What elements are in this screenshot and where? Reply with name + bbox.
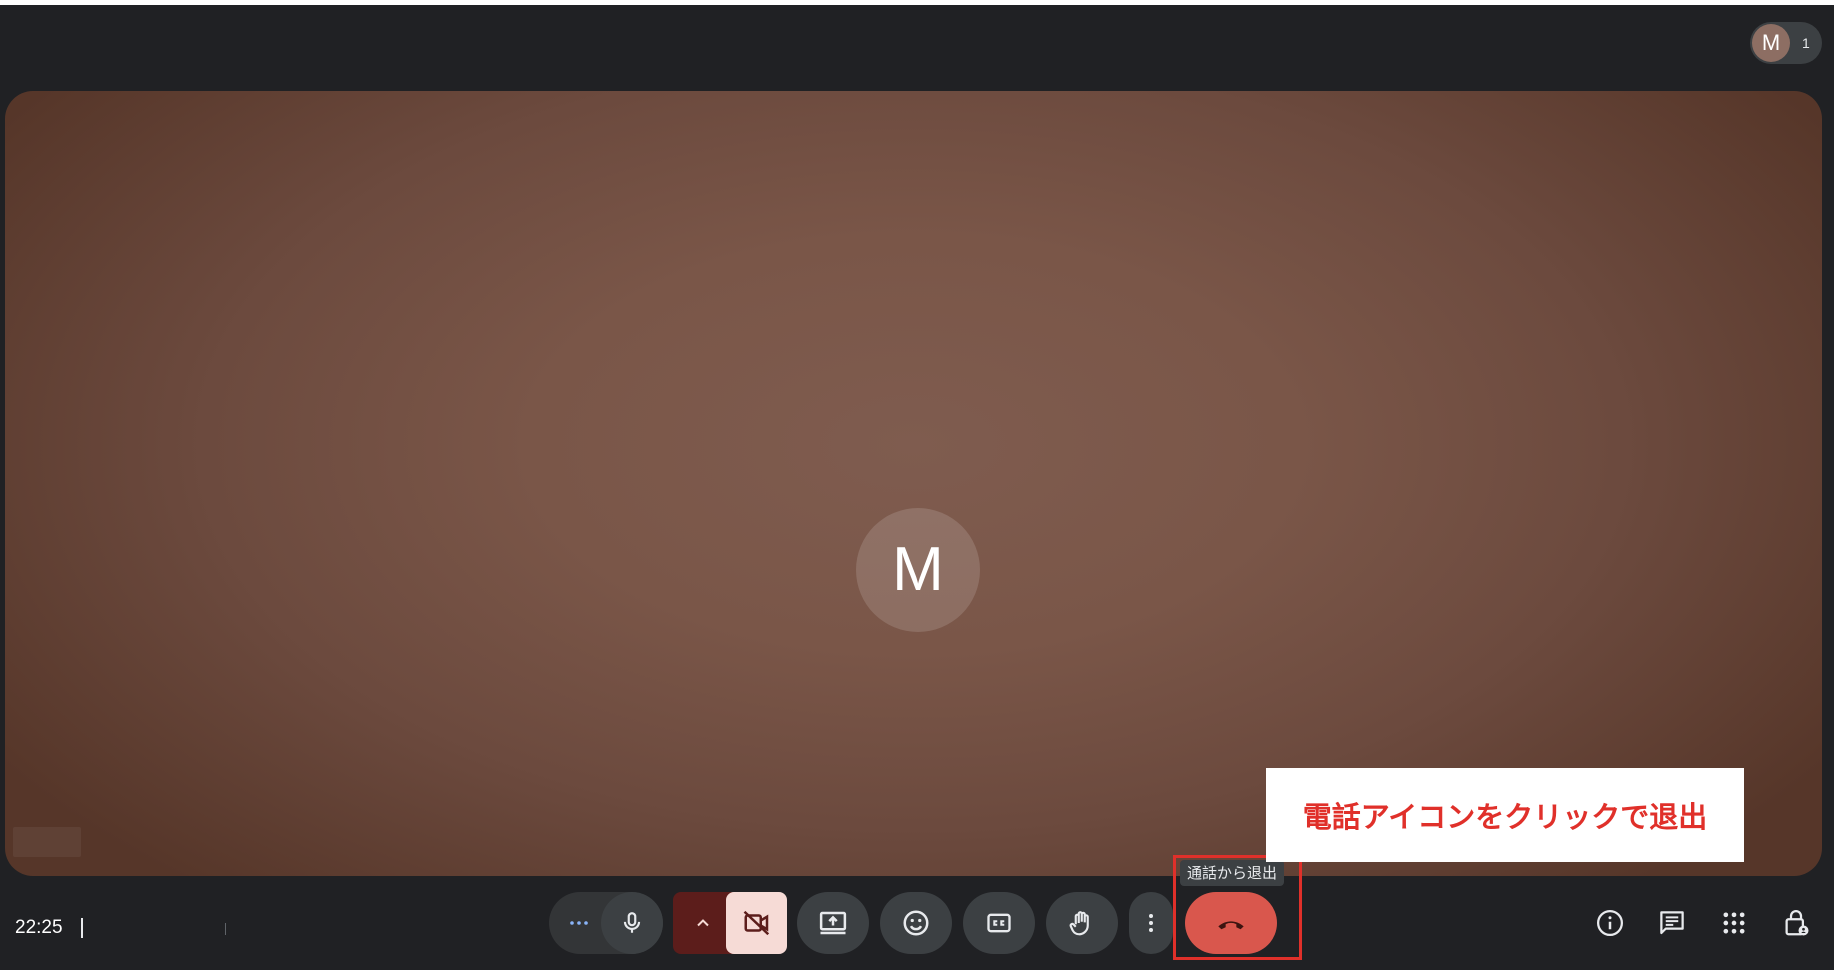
more-options-button[interactable] <box>1129 892 1173 954</box>
meeting-time: 22:25 <box>15 917 63 938</box>
hand-icon <box>1067 908 1097 938</box>
time-divider <box>81 918 83 938</box>
info-icon <box>1595 908 1625 938</box>
present-to-all-icon <box>818 908 848 938</box>
participant-count: 1 <box>1802 35 1810 51</box>
highlight-box <box>1173 855 1302 960</box>
captions-button[interactable] <box>963 892 1035 954</box>
meeting-details-button[interactable] <box>1593 906 1627 940</box>
audio-options-button[interactable] <box>549 892 609 954</box>
camera-options-button[interactable] <box>673 892 733 954</box>
videocam-off-icon <box>742 908 772 938</box>
chat-icon <box>1657 908 1687 938</box>
camera-button[interactable] <box>726 892 787 954</box>
participant-avatar: M <box>1752 24 1790 62</box>
meeting-code-divider <box>225 923 226 935</box>
more-horiz-icon <box>567 911 591 935</box>
stage-avatar: M <box>856 508 980 632</box>
raise-hand-button[interactable] <box>1046 892 1118 954</box>
apps-icon <box>1720 909 1748 937</box>
activities-button[interactable] <box>1717 906 1751 940</box>
microphone-button[interactable] <box>601 892 663 954</box>
mic-icon <box>619 910 645 936</box>
self-name-tag <box>13 827 81 857</box>
chevron-up-icon <box>693 913 713 933</box>
reactions-button[interactable] <box>880 892 952 954</box>
participants-button[interactable]: M 1 <box>1750 22 1822 64</box>
annotation-text: 電話アイコンをクリックで退出 <box>1302 800 1708 834</box>
host-controls-icon <box>1781 908 1811 938</box>
more-vert-icon <box>1139 911 1163 935</box>
present-button[interactable] <box>797 892 869 954</box>
emoji-icon <box>901 908 931 938</box>
host-controls-button[interactable] <box>1779 906 1813 940</box>
video-stage: M <box>5 91 1822 876</box>
closed-caption-icon <box>985 909 1013 937</box>
annotation-callout: 電話アイコンをクリックで退出 <box>1266 768 1744 862</box>
chat-button[interactable] <box>1655 906 1689 940</box>
